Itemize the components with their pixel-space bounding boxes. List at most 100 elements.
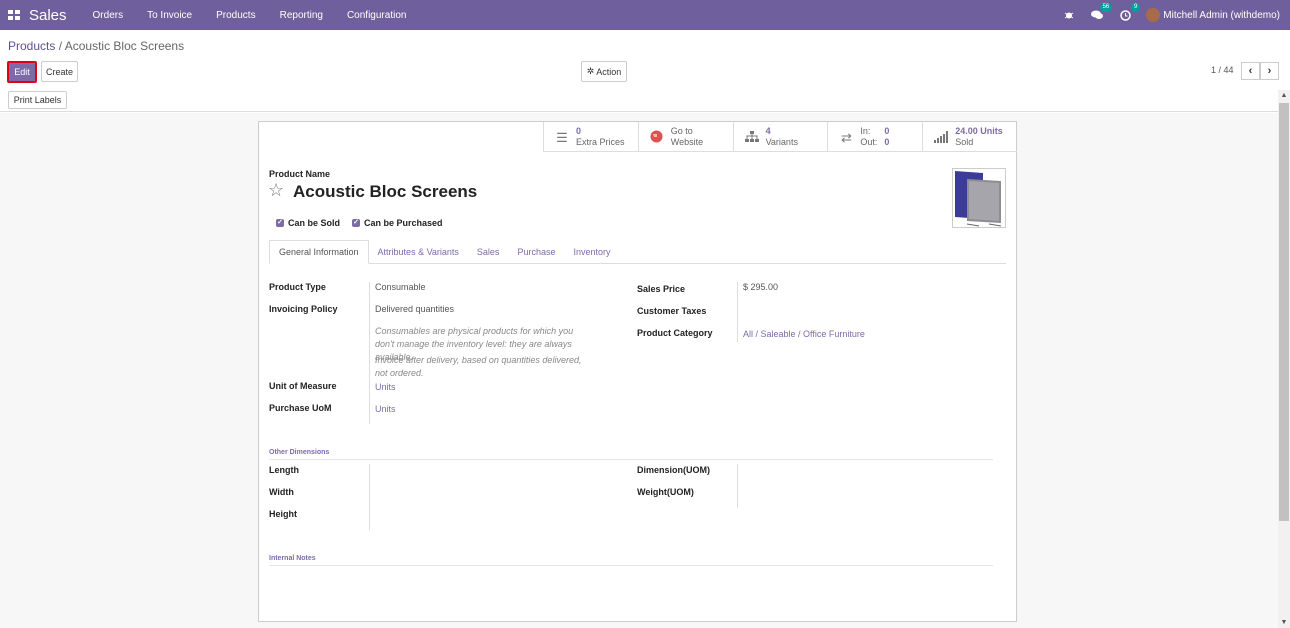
scroll-down-arrow-icon[interactable]: ▼ (1278, 619, 1290, 626)
invoicing-policy-label: Invoicing Policy (269, 304, 338, 314)
invoice-help-text: Invoice after delivery, based on quantit… (375, 355, 582, 378)
form-sheet: ☰ 0 Extra Prices Go to Website 4 Variant… (258, 121, 1017, 622)
section-divider (269, 565, 993, 566)
print-toolbar (0, 90, 1278, 112)
invoicing-policy-value[interactable]: Delivered quantities (375, 304, 454, 314)
length-label: Length (269, 465, 299, 475)
unit-of-measure-label: Unit of Measure (269, 381, 337, 391)
product-category-label: Product Category (637, 328, 713, 338)
extra-prices-button[interactable]: ☰ 0 Extra Prices (543, 122, 638, 152)
create-button[interactable]: Create (41, 61, 78, 82)
extra-prices-label: Extra Prices (576, 137, 625, 147)
tab-sales[interactable]: Sales (468, 240, 509, 264)
scroll-up-arrow-icon[interactable]: ▲ (1278, 92, 1290, 99)
in-value: 0 (884, 126, 890, 136)
can-be-sold-label: Can be Sold (288, 218, 341, 228)
user-menu[interactable]: Mitchell Admin (withdemo) (1146, 8, 1280, 22)
action-button[interactable]: ✲ Action (581, 61, 627, 82)
out-label: Out: (860, 137, 878, 147)
extra-prices-count: 0 (576, 126, 582, 136)
sitemap-icon (744, 130, 760, 144)
menu-reporting[interactable]: Reporting (280, 10, 323, 21)
variants-label: Variants (765, 137, 798, 147)
purchase-uom-value[interactable]: Units (375, 404, 396, 414)
menu-to-invoice[interactable]: To Invoice (147, 10, 192, 21)
product-name: Acoustic Bloc Screens (293, 182, 478, 201)
menu-products[interactable]: Products (216, 10, 255, 21)
internal-notes-heading: Internal Notes (269, 555, 316, 562)
field-separator (737, 282, 738, 342)
globe-icon (649, 130, 665, 144)
tab-inventory[interactable]: Inventory (564, 240, 619, 264)
section-divider (269, 459, 993, 460)
dimension-uom-label: Dimension(UOM) (637, 465, 710, 475)
checkbox-checked-icon: ✓ (276, 219, 284, 227)
scrollbar-thumb[interactable] (1279, 103, 1289, 521)
can-be-purchased-label: Can be Purchased (364, 218, 443, 228)
activities-clock-icon[interactable]: 9 (1118, 3, 1141, 22)
product-name-label: Product Name (269, 169, 331, 179)
sales-price-label: Sales Price (637, 284, 686, 294)
other-dimensions-heading: Other Dimensions (269, 449, 330, 456)
action-label: Action (596, 66, 622, 77)
user-name: Mitchell Admin (withdemo) (1163, 9, 1280, 21)
systray: 56 9 Mitchell Admin (withdemo) (1062, 0, 1280, 30)
pager-value[interactable]: 1 / 44 (1211, 65, 1234, 75)
pager-previous-button[interactable]: ‹ (1241, 62, 1260, 80)
menu-configuration[interactable]: Configuration (347, 10, 406, 21)
pager-next-button[interactable]: › (1260, 62, 1279, 80)
product-category-value[interactable]: All / Saleable / Office Furniture (743, 329, 865, 339)
website-line2: Website (670, 137, 704, 147)
unit-of-measure-value[interactable]: Units (375, 382, 396, 392)
top-navbar: Sales Orders To Invoice Products Reporti… (0, 0, 1290, 30)
units-sold-button[interactable]: 24.00 Units Sold (922, 122, 1017, 152)
units-sold-label: Sold (955, 137, 974, 147)
chevron-left-icon: ‹ (1248, 65, 1253, 77)
debug-bug-icon[interactable] (1062, 8, 1076, 22)
in-label: In: (860, 126, 871, 136)
can-be-purchased-checkbox[interactable]: ✓ Can be Purchased (352, 218, 443, 228)
gear-icon: ✲ (586, 66, 595, 76)
edit-button[interactable]: Edit (7, 61, 37, 83)
product-type-label: Product Type (269, 282, 326, 292)
notebook-tabs: General Information Attributes & Variant… (269, 240, 1006, 264)
messages-badge: 56 (1099, 3, 1113, 12)
tab-attributes-variants[interactable]: Attributes & Variants (369, 240, 468, 264)
field-separator (369, 282, 370, 424)
go-to-website-button[interactable]: Go to Website (637, 122, 733, 152)
height-label: Height (269, 509, 297, 519)
can-be-sold-checkbox[interactable]: ✓ Can be Sold (276, 218, 340, 228)
in-out-button[interactable]: ⇄ In: 0 Out: 0 (827, 122, 922, 152)
breadcrumb: Products / Acoustic Bloc Screens (8, 39, 184, 53)
product-type-value[interactable]: Consumable (375, 282, 426, 292)
smart-buttons: ☰ 0 Extra Prices Go to Website 4 Variant… (543, 122, 1017, 152)
menu-orders[interactable]: Orders (93, 10, 124, 21)
favorite-star-icon[interactable]: ☆ (268, 180, 284, 201)
avatar (1146, 8, 1161, 22)
signal-bars-icon (933, 130, 949, 144)
field-separator (737, 464, 738, 508)
variants-count: 4 (765, 126, 771, 136)
print-labels-button[interactable]: Print Labels (8, 91, 67, 109)
tab-general-information[interactable]: General Information (269, 240, 369, 264)
exchange-icon: ⇄ (840, 129, 852, 145)
weight-uom-label: Weight(UOM) (637, 487, 694, 497)
width-label: Width (269, 487, 294, 497)
breadcrumb-separator: / (58, 39, 63, 53)
chevron-right-icon: › (1267, 65, 1272, 77)
units-sold-value: 24.00 Units (955, 126, 1003, 136)
product-image[interactable] (952, 168, 1006, 228)
app-title[interactable]: Sales (29, 7, 67, 24)
sales-price-value[interactable]: $ 295.00 (743, 282, 778, 292)
out-value: 0 (884, 137, 890, 147)
purchase-uom-label: Purchase UoM (269, 403, 332, 413)
customer-taxes-label: Customer Taxes (637, 306, 707, 316)
breadcrumb-current: Acoustic Bloc Screens (64, 39, 185, 53)
website-line1: Go to (670, 126, 693, 136)
breadcrumb-products[interactable]: Products (8, 39, 55, 53)
list-icon: ☰ (556, 129, 568, 145)
apps-menu-icon[interactable] (8, 10, 20, 20)
messages-icon[interactable]: 56 (1090, 3, 1113, 22)
variants-button[interactable]: 4 Variants (732, 122, 828, 152)
tab-purchase[interactable]: Purchase (508, 240, 564, 264)
